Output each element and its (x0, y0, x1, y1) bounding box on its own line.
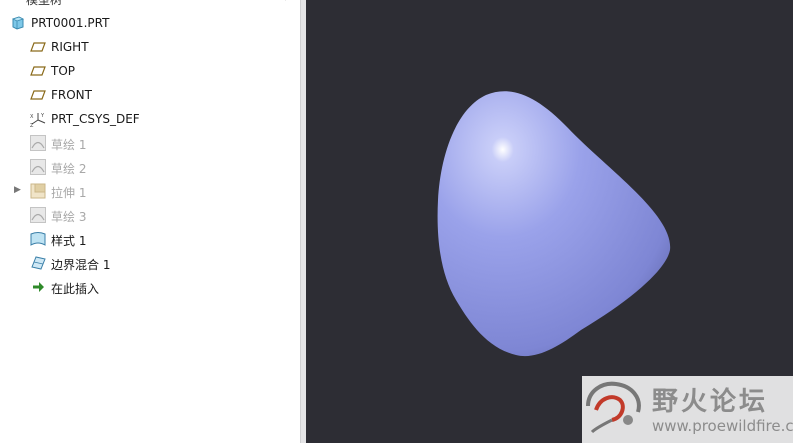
surface-model (437, 91, 671, 357)
tree-node-label: 草绘 3 (51, 210, 87, 224)
tree-node-label: RIGHT (51, 40, 89, 54)
expand-arrow-icon[interactable]: ▶ (14, 185, 24, 197)
tree-node-label: 样式 1 (51, 234, 87, 248)
tree-node-label: PRT0001.PRT (31, 16, 110, 30)
datum-plane-icon (30, 39, 46, 55)
insert-arrow-icon (30, 279, 46, 295)
tree-node-label: PRT_CSYS_DEF (51, 112, 140, 126)
tree-node-label: TOP (51, 64, 76, 78)
datum-plane-icon (30, 63, 46, 79)
tree-node-top-plane[interactable]: TOP (0, 59, 300, 83)
tree-node-sketch-2[interactable]: 草绘 2 (0, 155, 300, 179)
tree-node-extrude-1[interactable]: ▶ 拉伸 1 (0, 179, 300, 203)
svg-text:Z: Z (30, 123, 34, 127)
watermark: 野火论坛 www.proewildfire.cn (582, 376, 793, 443)
hide-icon[interactable] (284, 0, 296, 4)
sketch-icon (30, 207, 46, 223)
model-tree-header: 模型树 ▫ (0, 0, 300, 7)
datum-plane-icon (30, 87, 46, 103)
tree-node-sketch-1[interactable]: 草绘 1 (0, 131, 300, 155)
app-window: 模型树 ▫ PRT000 (0, 0, 793, 443)
svg-text:Y: Y (40, 113, 45, 119)
tree-node-sketch-3[interactable]: 草绘 3 (0, 203, 300, 227)
tree-node-label: FRONT (51, 88, 92, 102)
tree-node-label: 草绘 2 (51, 162, 87, 176)
tree-node-label: 拉伸 1 (51, 186, 87, 200)
sketch-icon (30, 135, 46, 151)
panel-title: 模型树 (26, 0, 63, 7)
tree-node-label: 边界混合 1 (51, 258, 111, 272)
tree-node-style-1[interactable]: 样式 1 (0, 227, 300, 251)
sketch-icon (30, 159, 46, 175)
watermark-title: 野火论坛 (652, 387, 769, 417)
extrude-icon (30, 183, 46, 199)
style-surface-icon (30, 231, 46, 247)
graphics-viewport[interactable]: 野火论坛 www.proewildfire.cn (306, 0, 793, 443)
settings-icon[interactable] (230, 0, 244, 4)
model-tree: PRT0001.PRT RIGHT TOP FRONT X Y Z PRT_CS… (0, 11, 300, 299)
tree-node-boundary-blend-1[interactable]: 边界混合 1 (0, 251, 300, 275)
csys-icon: X Y Z (30, 111, 46, 129)
tree-node-front-plane[interactable]: FRONT (0, 83, 300, 107)
minimize-icon[interactable]: ▫ (273, 0, 279, 1)
filter-icon[interactable] (188, 0, 198, 4)
tree-node-label: 草绘 1 (51, 138, 87, 152)
part-icon (10, 15, 26, 31)
boundary-blend-icon (30, 255, 46, 271)
svg-text:X: X (30, 114, 34, 120)
forum-logo-icon (586, 381, 641, 434)
tree-node-csys[interactable]: X Y Z PRT_CSYS_DEF (0, 107, 300, 131)
tree-node-right-plane[interactable]: RIGHT (0, 35, 300, 59)
tree-node-root[interactable]: PRT0001.PRT (0, 11, 300, 35)
tree-node-label: 在此插入 (51, 282, 100, 296)
watermark-url: www.proewildfire.cn (652, 417, 793, 435)
model-tree-panel: 模型树 ▫ PRT000 (0, 0, 300, 443)
tree-node-insert-here[interactable]: 在此插入 (0, 275, 300, 299)
